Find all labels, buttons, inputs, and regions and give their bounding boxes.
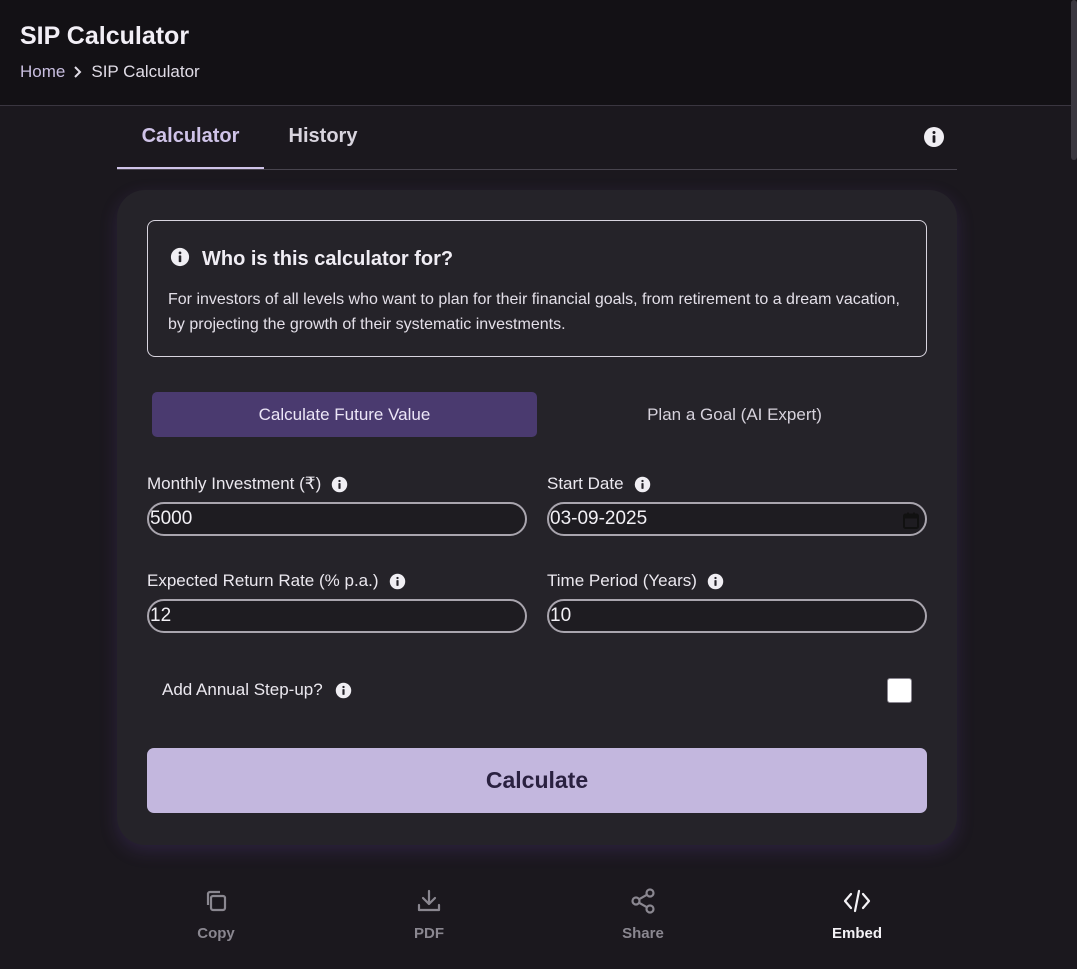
tab-history[interactable]: History xyxy=(277,106,369,169)
breadcrumb-current: SIP Calculator xyxy=(91,62,200,81)
copy-button[interactable]: Copy xyxy=(156,885,276,942)
info-box-text: For investors of all levels who want to … xyxy=(168,291,900,333)
embed-button[interactable]: Embed xyxy=(797,885,917,942)
info-icon[interactable] xyxy=(923,126,945,148)
time-period-label: Time Period (Years) xyxy=(547,571,724,591)
annual-stepup-checkbox[interactable] xyxy=(887,678,912,703)
download-icon xyxy=(369,885,489,917)
info-icon[interactable] xyxy=(634,476,651,493)
share-icon xyxy=(583,885,703,917)
monthly-investment-input[interactable]: 5000 xyxy=(147,502,527,536)
calculate-button[interactable]: Calculate xyxy=(147,748,927,813)
annual-stepup-label: Add Annual Step-up? xyxy=(162,680,352,700)
return-rate-label: Expected Return Rate (% p.a.) xyxy=(147,571,406,591)
info-box: Who is this calculator for? For investor… xyxy=(147,220,927,357)
page-title: SIP Calculator xyxy=(20,22,190,50)
calendar-icon[interactable] xyxy=(903,512,919,535)
return-rate-input[interactable]: 12 xyxy=(147,599,527,633)
copy-icon xyxy=(156,885,276,917)
info-box-title: Who is this calculator for? xyxy=(202,248,454,270)
calculator-card: Who is this calculator for? For investor… xyxy=(117,190,957,845)
time-period-input[interactable]: 10 xyxy=(547,599,927,633)
share-button[interactable]: Share xyxy=(583,885,703,942)
breadcrumb: Home SIP Calculator xyxy=(20,62,200,82)
info-icon[interactable] xyxy=(335,682,352,699)
tab-calculator[interactable]: Calculator xyxy=(117,106,264,169)
start-date-input[interactable]: 03-09-2025 xyxy=(547,502,927,536)
start-date-label: Start Date xyxy=(547,474,651,494)
action-bar: Copy PDF Share Embed xyxy=(117,885,957,955)
top-bar: SIP Calculator Home SIP Calculator xyxy=(0,0,1077,106)
scrollbar-thumb[interactable] xyxy=(1071,0,1077,160)
breadcrumb-home-link[interactable]: Home xyxy=(20,62,65,82)
tab-bar: Calculator History xyxy=(117,106,957,170)
monthly-investment-label: Monthly Investment (₹) xyxy=(147,474,348,494)
info-icon xyxy=(170,247,190,272)
chevron-right-icon xyxy=(73,66,83,78)
code-icon xyxy=(797,885,917,917)
info-icon[interactable] xyxy=(331,476,348,493)
info-icon[interactable] xyxy=(707,573,724,590)
calculate-future-value-button[interactable]: Calculate Future Value xyxy=(152,392,537,437)
pdf-button[interactable]: PDF xyxy=(369,885,489,942)
plan-goal-button[interactable]: Plan a Goal (AI Expert) xyxy=(542,392,927,437)
mode-toggle: Calculate Future Value Plan a Goal (AI E… xyxy=(152,392,927,437)
info-icon[interactable] xyxy=(389,573,406,590)
